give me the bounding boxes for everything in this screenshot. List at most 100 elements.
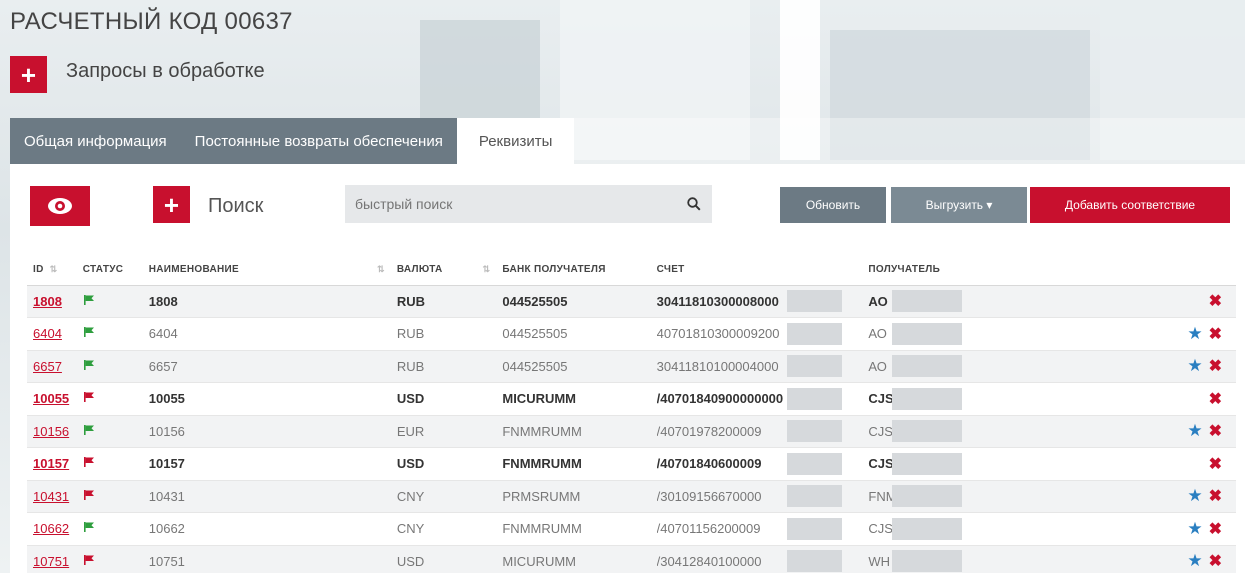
row-name-cell: 6404: [142, 317, 391, 351]
add-search-button[interactable]: +: [153, 186, 190, 223]
col-id[interactable]: ID ⇅: [27, 255, 77, 286]
table-row[interactable]: 10751 10751 USD MICURUMM/30412840100000 WH ★ ✖: [27, 545, 1236, 573]
redaction-mask: [892, 387, 963, 410]
refresh-button[interactable]: Обновить: [780, 187, 886, 223]
row-actions-cell: ✖: [1128, 382, 1236, 416]
add-mapping-button[interactable]: Добавить соответствие: [1030, 187, 1230, 223]
view-toggle-button[interactable]: [30, 186, 90, 226]
col-bank[interactable]: БАНК ПОЛУЧАТЕЛЯ: [496, 255, 651, 286]
tab-permanent-returns[interactable]: Постоянные возвраты обеспечения: [180, 118, 457, 164]
row-currency-cell: CNY: [390, 480, 497, 513]
row-actions-cell: ✖: [1128, 447, 1236, 481]
row-actions-cell: ✖: [1128, 285, 1236, 318]
flag-icon: [83, 392, 94, 403]
redaction-mask: [892, 290, 963, 313]
row-id-link[interactable]: 10751: [33, 554, 69, 569]
row-recipient-cell: CJS(: [862, 415, 1129, 448]
delete-icon[interactable]: ✖: [1209, 358, 1222, 375]
row-account-cell: 40701810300009200: [650, 317, 863, 351]
table-row[interactable]: 1015710157USDFNMMRUMM/40701840600009CJS(…: [27, 447, 1236, 481]
redaction-mask: [786, 452, 842, 475]
export-dropdown-button[interactable]: Выгрузить ▾: [891, 187, 1027, 223]
table-row[interactable]: 10431 10431 CNY PRMSRUMM/30109156670000 FNM ★…: [27, 480, 1236, 513]
row-status-cell: [76, 415, 143, 448]
row-actions-cell: ★ ✖: [1128, 512, 1236, 546]
account-number: 30411810300008000: [656, 293, 779, 309]
row-id-link[interactable]: 6404: [33, 326, 62, 341]
table-row[interactable]: 6404 6404 RUB 044525505 40701810300009200 АО ★…: [27, 317, 1236, 351]
row-id-link[interactable]: 10156: [33, 424, 69, 439]
row-bank-cell: FNMMRUMM: [496, 447, 651, 481]
row-id-link[interactable]: 10157: [33, 456, 69, 471]
redaction-mask: [892, 355, 963, 378]
sort-icon: ⇅: [49, 264, 58, 275]
row-currency-cell: USD: [390, 545, 497, 573]
account-number: /40701156200009: [656, 521, 761, 537]
account-number: 30411810100004000: [656, 358, 779, 374]
table-row[interactable]: 1015610156EURFNMMRUMM/40701978200009CJS(…: [27, 415, 1236, 448]
quick-search-input[interactable]: [345, 185, 676, 223]
row-name-cell: 10431: [142, 480, 391, 513]
table-row[interactable]: 6657 6657 RUB 044525505 30411810100004000 АО ★…: [27, 350, 1236, 383]
recipient-name: CJS(: [868, 423, 893, 439]
delete-icon[interactable]: ✖: [1209, 423, 1222, 440]
col-account[interactable]: СЧЕТ: [650, 255, 863, 286]
col-currency[interactable]: ВАЛЮТА ⇅: [390, 255, 497, 286]
redaction-mask: [892, 550, 963, 573]
row-currency-cell: USD: [390, 382, 497, 416]
col-recipient[interactable]: ПОЛУЧАТЕЛЬ: [862, 255, 1129, 286]
row-id-link[interactable]: 10662: [33, 521, 69, 536]
table-row[interactable]: 1066210662CNYFNMMRUMM/40701156200009CJS(…: [27, 512, 1236, 546]
delete-icon[interactable]: ✖: [1209, 293, 1222, 310]
col-status[interactable]: СТАТУС: [76, 255, 143, 286]
flag-icon: [83, 522, 94, 533]
row-id-link[interactable]: 10431: [33, 489, 69, 504]
flag-icon: [83, 294, 94, 305]
tab-requisites[interactable]: Реквизиты: [456, 118, 575, 164]
row-id-link[interactable]: 1808: [33, 294, 62, 309]
requests-in-progress-link[interactable]: Запросы в обработке: [66, 60, 265, 83]
row-id-cell: 6657: [27, 350, 77, 383]
row-status-cell: [76, 350, 143, 383]
account-number: /30412840100000: [656, 553, 762, 569]
row-id-cell: 10751: [27, 545, 77, 573]
row-status-cell: [76, 512, 143, 546]
tab-general-info[interactable]: Общая информация: [10, 118, 181, 164]
table-row[interactable]: 1808 1808 RUB 044525505 30411810300008000 АО ✖: [27, 285, 1236, 318]
redaction-mask: [786, 485, 842, 508]
row-bank-cell: 044525505: [496, 317, 651, 351]
redaction-mask: [786, 517, 842, 540]
delete-icon[interactable]: ✖: [1209, 326, 1222, 343]
row-status-cell: [76, 480, 143, 513]
redaction-mask: [786, 387, 842, 410]
col-name[interactable]: НАИМЕНОВАНИЕ ⇅: [142, 255, 391, 286]
recipient-name: WH: [868, 553, 891, 569]
star-icon[interactable]: ★: [1187, 486, 1202, 505]
row-account-cell: /40701156200009: [650, 512, 863, 546]
row-actions-cell: ★ ✖: [1128, 317, 1236, 351]
star-icon[interactable]: ★: [1187, 356, 1202, 375]
row-status-cell: [76, 382, 143, 416]
recipient-name: АО: [868, 326, 887, 342]
add-request-button[interactable]: +: [10, 56, 47, 93]
row-status-cell: [76, 545, 143, 573]
star-icon[interactable]: ★: [1187, 421, 1202, 440]
account-number: 40701810300009200: [656, 326, 780, 342]
star-icon[interactable]: ★: [1187, 551, 1202, 570]
star-icon[interactable]: ★: [1187, 519, 1202, 538]
row-id-link[interactable]: 6657: [33, 359, 62, 374]
delete-icon[interactable]: ✖: [1209, 488, 1222, 505]
redaction-mask: [786, 355, 842, 378]
delete-icon[interactable]: ✖: [1209, 521, 1222, 538]
row-currency-cell: EUR: [390, 415, 497, 448]
row-id-link[interactable]: 10055: [33, 391, 69, 406]
delete-icon[interactable]: ✖: [1209, 456, 1222, 473]
table-row[interactable]: 10055 10055 USD MICURUMM/40701840900000000 C…: [27, 382, 1236, 416]
star-icon[interactable]: ★: [1187, 324, 1202, 343]
delete-icon[interactable]: ✖: [1209, 553, 1222, 570]
delete-icon[interactable]: ✖: [1209, 391, 1222, 408]
search-icon[interactable]: [676, 197, 712, 211]
flag-icon: [83, 327, 94, 338]
row-name-cell: 6657: [142, 350, 391, 383]
row-bank-cell: PRMSRUMM: [496, 480, 651, 513]
